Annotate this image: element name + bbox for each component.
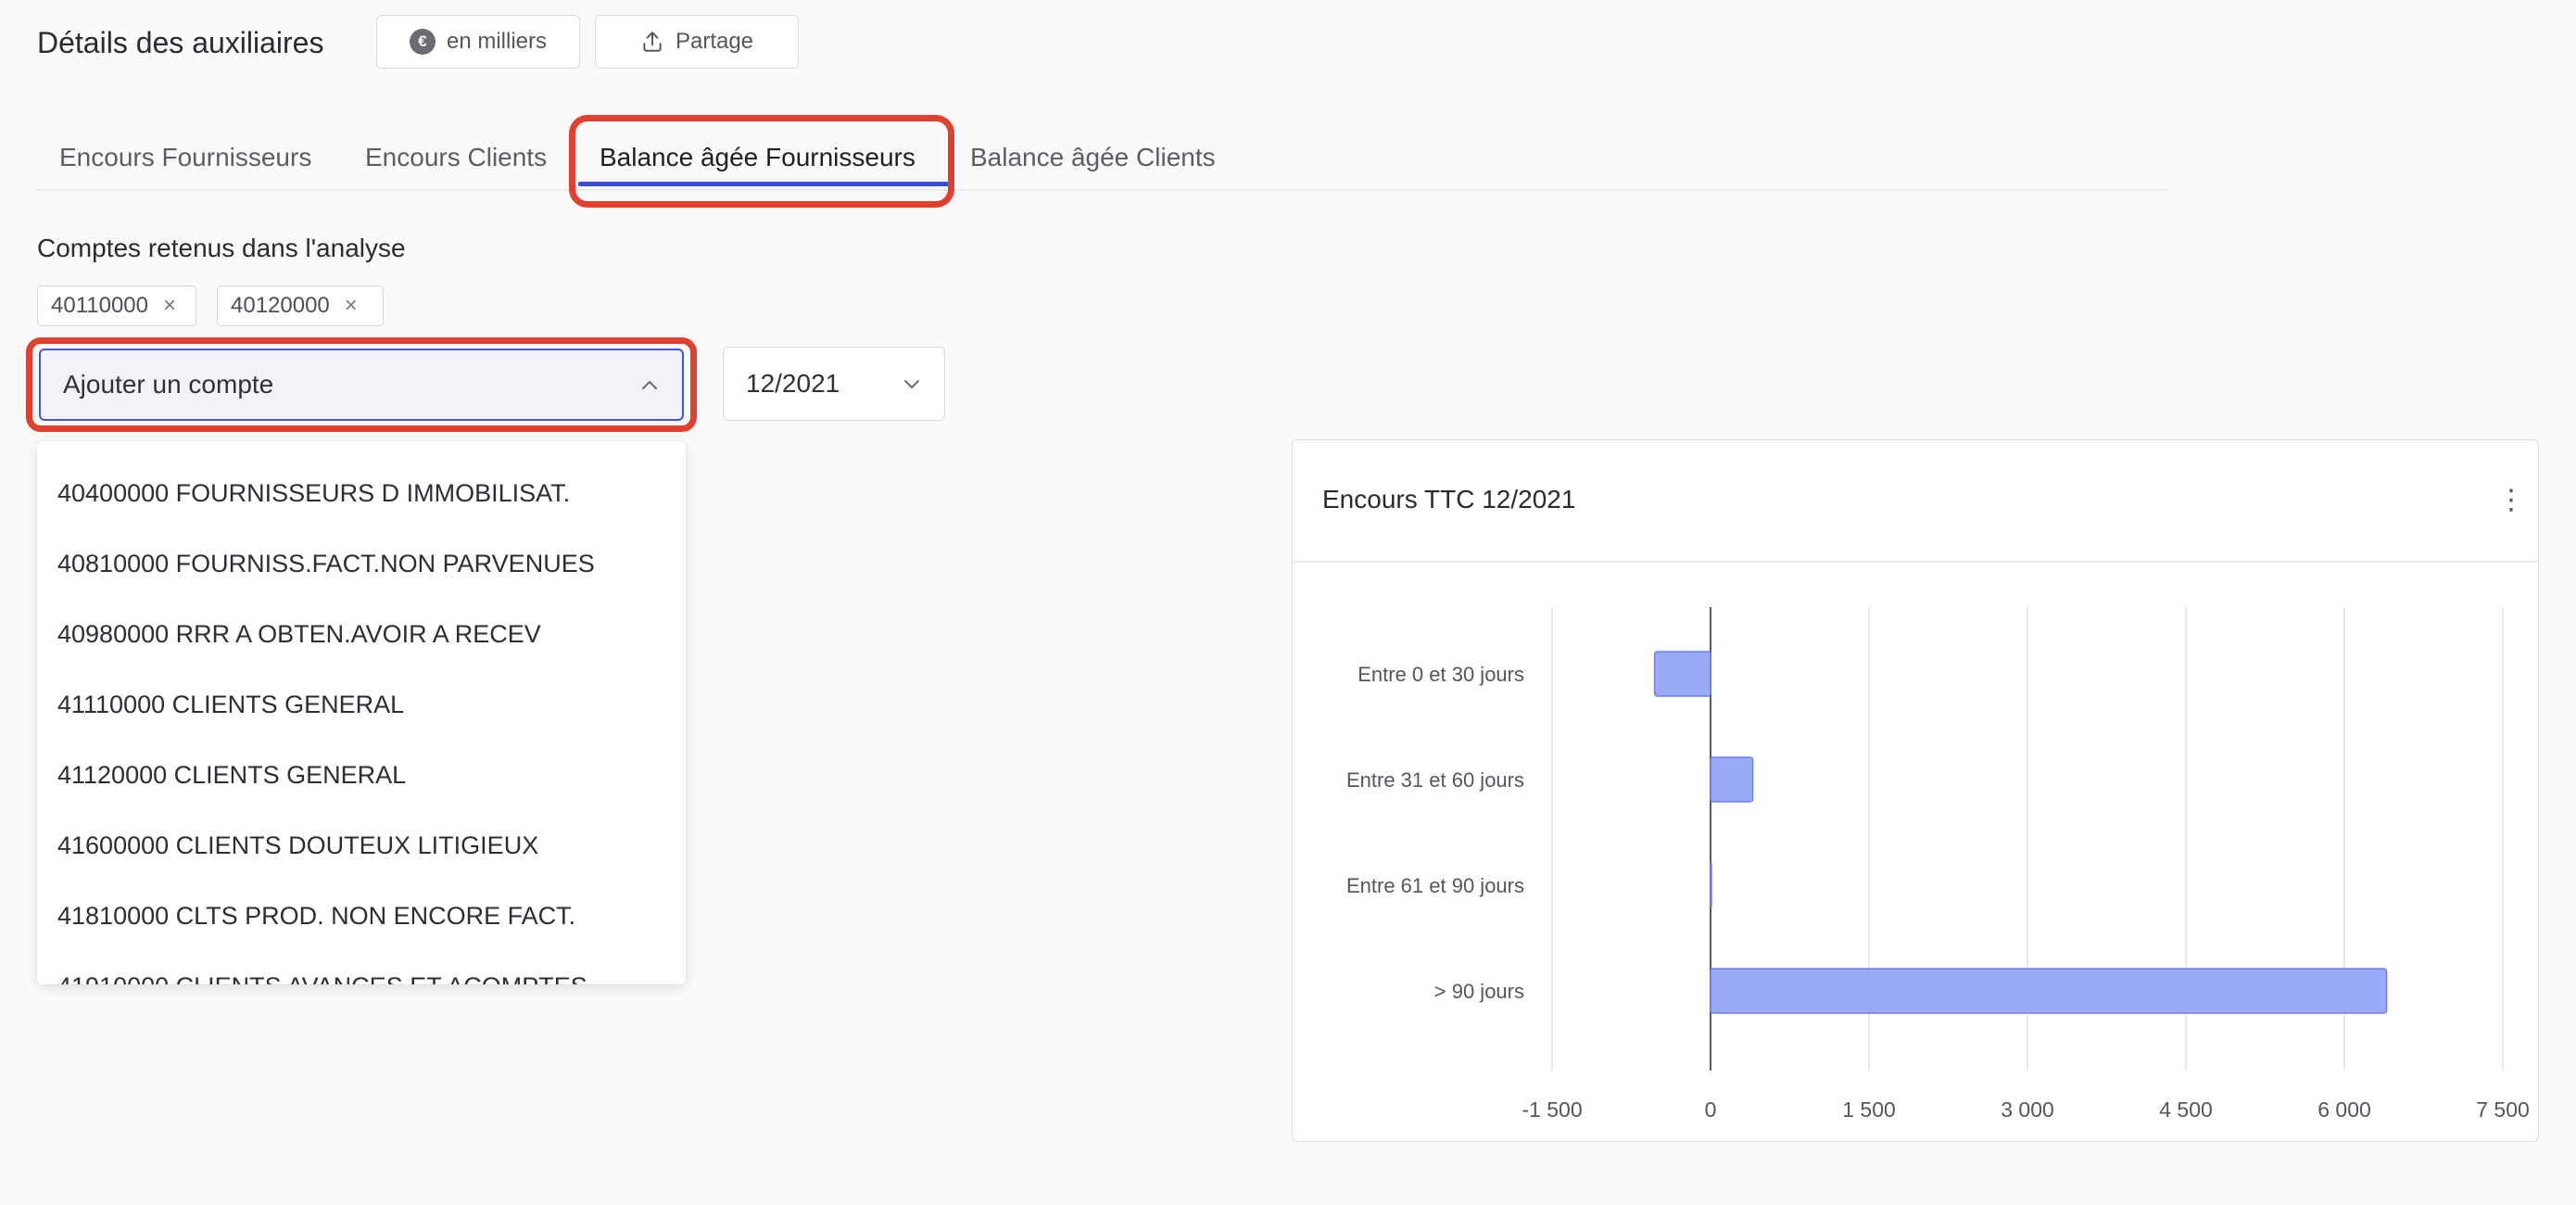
upload-icon (643, 32, 662, 52)
dropdown-option[interactable]: 41110000 CLIENTS GENERAL (37, 669, 686, 740)
chart-card-title: Encours TTC 12/2021 (1322, 485, 1576, 514)
x-tick-label: 4 500 (2159, 1097, 2213, 1122)
close-icon[interactable]: × (345, 295, 358, 317)
more-vertical-icon[interactable]: ⋮ (2497, 487, 2525, 514)
dropdown-option[interactable]: 41910000 CLIENTS AVANCES ET ACOMPTES (37, 951, 686, 984)
account-dropdown: 40400000 FOURNISSEURS D IMMOBILISAT. 408… (37, 441, 686, 984)
x-tick-label: 1 500 (1842, 1097, 1896, 1122)
tab-balance-agee-clients[interactable]: Balance âgée Clients (970, 139, 1216, 176)
bar (1710, 756, 1754, 803)
date-select[interactable]: 12/2021 (723, 347, 945, 421)
x-tick-label: -1 500 (1522, 1097, 1582, 1122)
aging-bar-chart: -1 500 0 1 500 3 000 4 500 6 000 7 500 Entre 0 … (1346, 607, 2530, 1122)
tab-encours-clients[interactable]: Encours Clients (365, 139, 547, 176)
tabs-divider (37, 189, 2168, 191)
date-select-value: 12/2021 (746, 369, 840, 398)
highlight-annotation-select (26, 337, 697, 432)
y-category-label: > 90 jours (1434, 980, 1524, 1003)
y-category-label: Entre 0 et 30 jours (1357, 663, 1524, 686)
card-divider (1293, 561, 2538, 563)
x-tick-label: 7 500 (2476, 1097, 2530, 1122)
dropdown-option[interactable]: 41810000 CLTS PROD. NON ENCORE FACT. (37, 881, 686, 951)
share-button[interactable]: Partage (595, 15, 799, 69)
y-category-label: Entre 31 et 60 jours (1346, 768, 1524, 792)
dropdown-option[interactable]: 41600000 CLIENTS DOUTEUX LITIGIEUX (37, 810, 686, 881)
x-tick-label: 3 000 (2001, 1097, 2054, 1122)
highlight-annotation-tab (569, 115, 954, 208)
account-chip: 40120000 × (217, 285, 384, 326)
euro-icon: € (409, 29, 436, 55)
chevron-down-icon (904, 380, 919, 388)
chart-card: Encours TTC 12/2021 ⋮ -1 500 0 1 500 3 000 4… (1292, 439, 2539, 1142)
page-title: Détails des auxiliaires (37, 26, 324, 59)
close-icon[interactable]: × (163, 295, 176, 317)
y-category-label: Entre 61 et 90 jours (1346, 874, 1524, 897)
dropdown-option[interactable]: 40400000 FOURNISSEURS D IMMOBILISAT. (37, 458, 686, 528)
bar (1653, 651, 1711, 697)
x-tick-label: 0 (1705, 1097, 1717, 1122)
dropdown-option[interactable]: 41120000 CLIENTS GENERAL (37, 740, 686, 810)
tab-encours-fournisseurs[interactable]: Encours Fournisseurs (59, 139, 311, 176)
account-chip: 40110000 × (37, 285, 196, 326)
units-button[interactable]: € en milliers (376, 15, 580, 69)
bar (1710, 968, 2388, 1014)
dropdown-option[interactable]: 40810000 FOURNISS.FACT.NON PARVENUES (37, 528, 686, 599)
share-label: Partage (675, 29, 754, 54)
accounts-section-label: Comptes retenus dans l'analyse (37, 234, 406, 262)
x-tick-label: 6 000 (2317, 1097, 2371, 1122)
account-chip-label: 40120000 (231, 293, 330, 318)
units-label: en milliers (446, 29, 548, 54)
account-chip-label: 40110000 (51, 293, 148, 318)
dropdown-option[interactable]: 40980000 RRR A OBTEN.AVOIR A RECEV (37, 599, 686, 669)
